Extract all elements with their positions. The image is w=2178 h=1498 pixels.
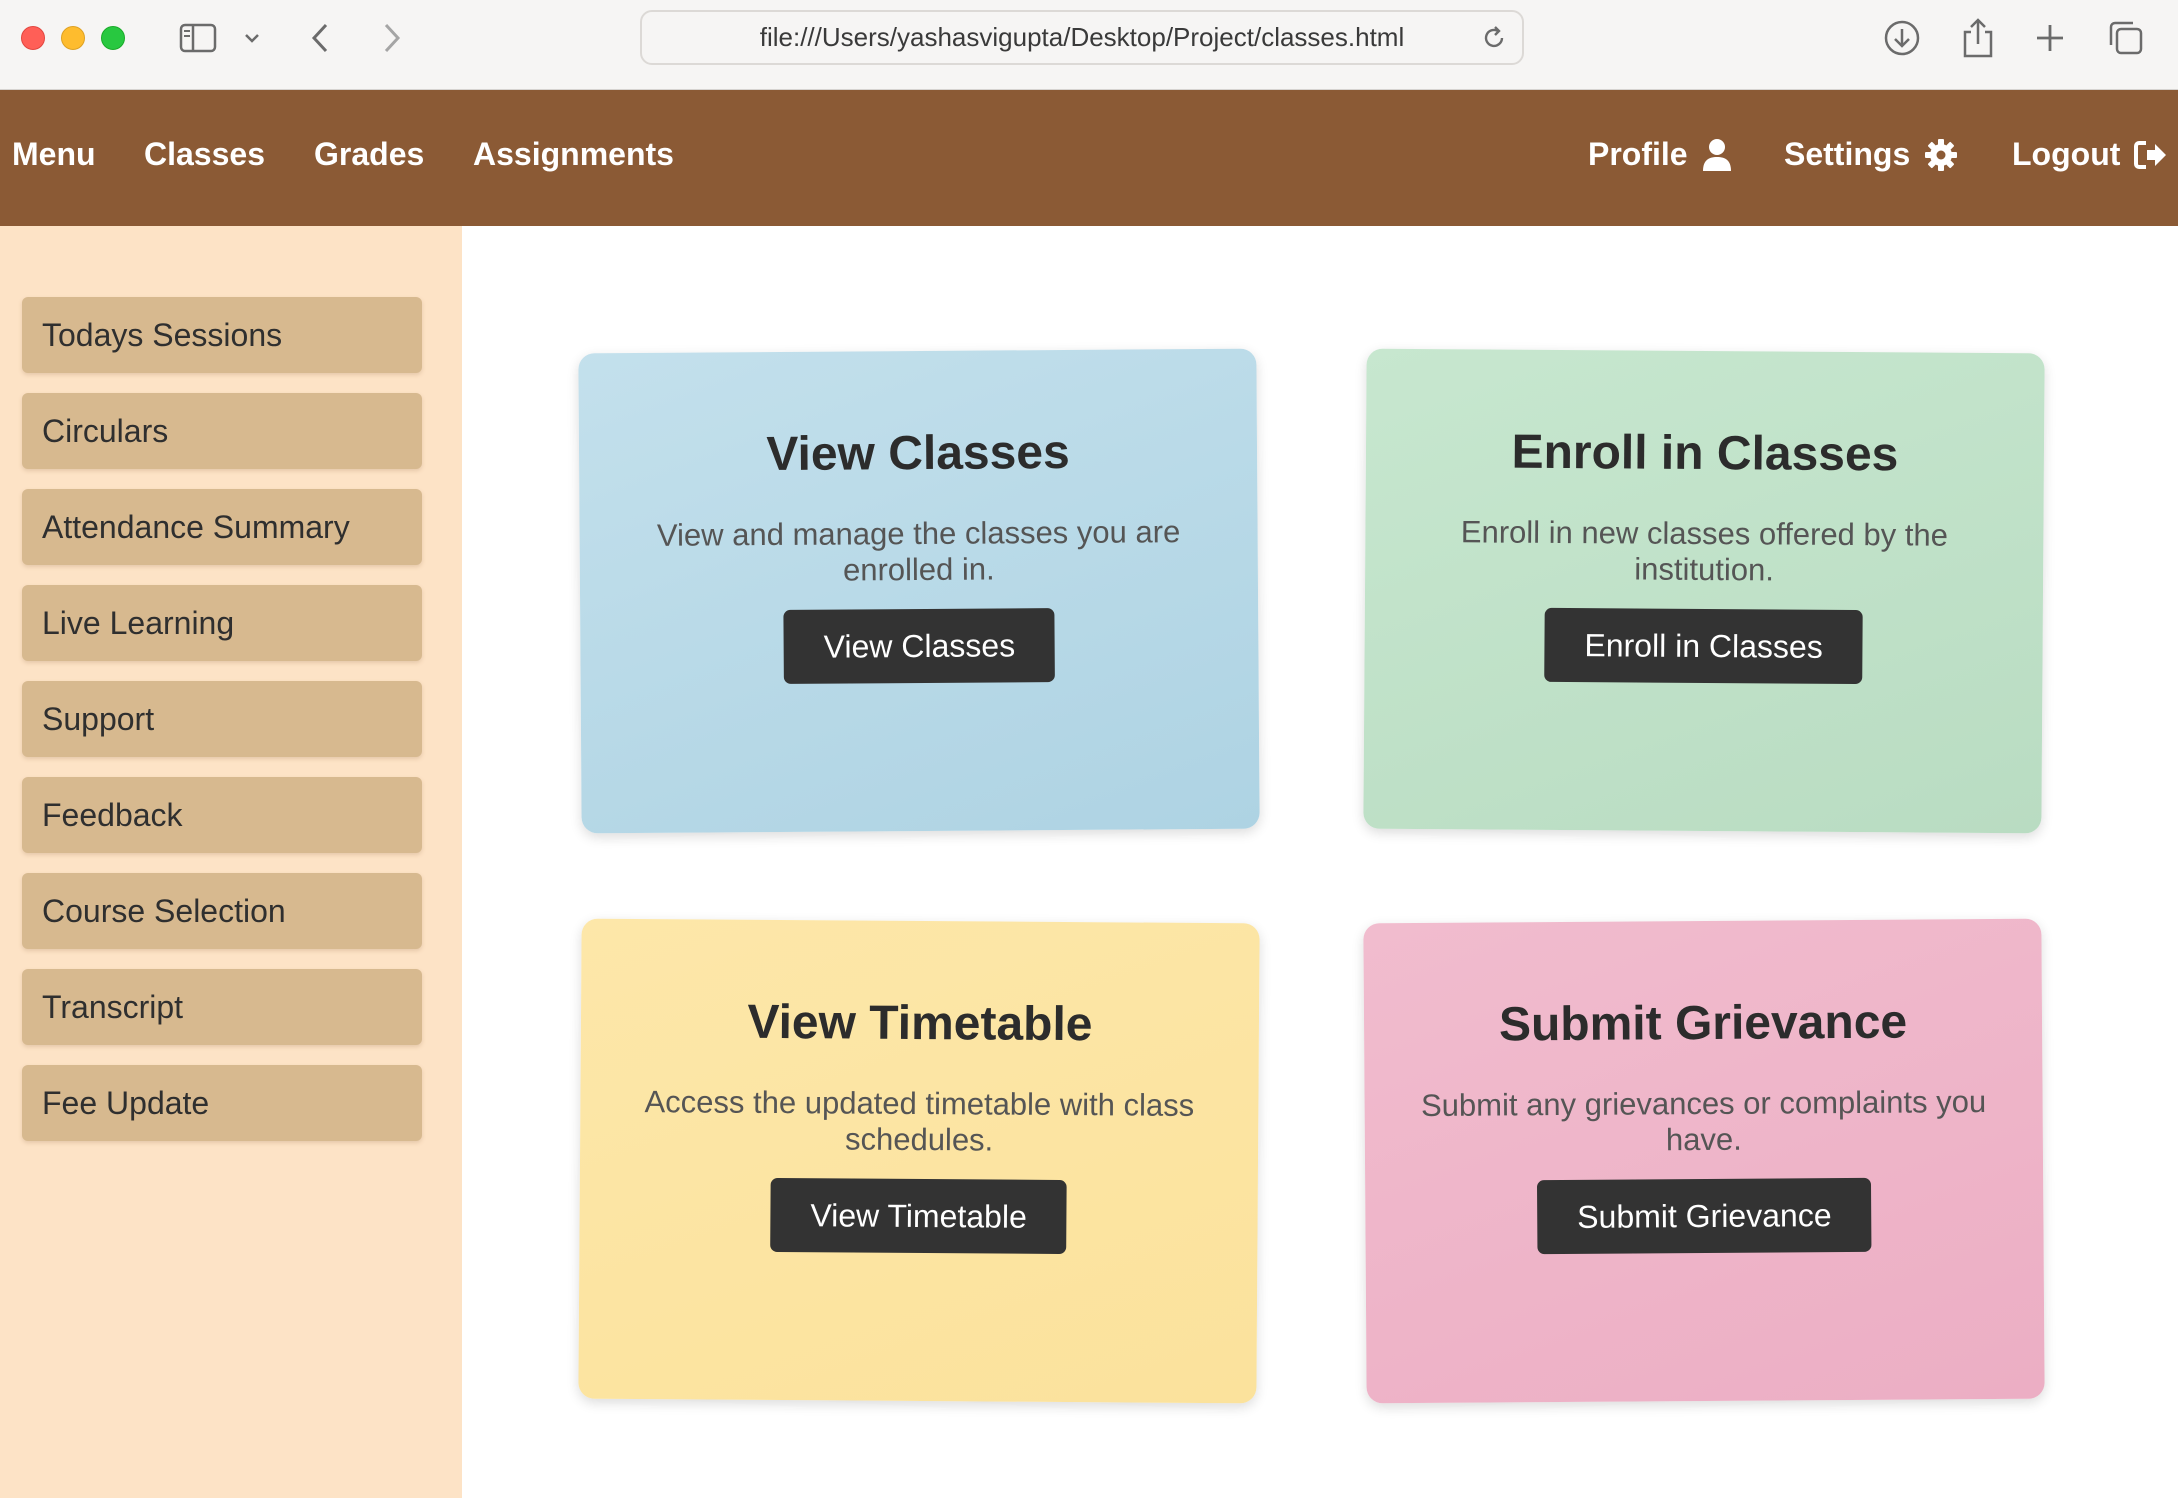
sidebar-toggle-icon[interactable] [176,16,220,60]
back-arrow-icon[interactable] [302,16,338,60]
card-title: Enroll in Classes [1511,425,1899,482]
sidebar-item-course-selection[interactable]: Course Selection [22,873,422,949]
new-tab-icon[interactable] [2028,16,2072,60]
chevron-down-icon[interactable] [238,16,266,60]
download-icon[interactable] [1880,16,1924,60]
share-icon[interactable] [1956,16,2000,60]
sidebar-item-feedback[interactable]: Feedback [22,777,422,853]
minimize-window-button[interactable] [61,26,85,50]
sidebar-item-support[interactable]: Support [22,681,422,757]
card-enroll-in-classes: Enroll in Classes Enroll in new classes … [1363,348,2045,834]
card-title: View Classes [766,425,1070,482]
sidebar-item-transcript[interactable]: Transcript [22,969,422,1045]
sidebar: Todays Sessions Circulars Attendance Sum… [0,226,462,1498]
card-description: Submit any grievances or complaints you … [1420,1084,1987,1158]
close-window-button[interactable] [21,26,45,50]
nav-menu[interactable]: Menu [12,136,96,173]
sidebar-item-todays-sessions[interactable]: Todays Sessions [22,297,422,373]
card-title: Submit Grievance [1498,995,1908,1052]
reload-icon[interactable] [1480,24,1508,57]
sidebar-item-fee-update[interactable]: Fee Update [22,1065,422,1141]
enroll-in-classes-button[interactable]: Enroll in Classes [1544,607,1864,685]
nav-assignments[interactable]: Assignments [473,136,674,173]
nav-settings[interactable]: Settings [1784,136,1958,173]
nav-grades[interactable]: Grades [314,136,424,173]
zoom-window-button[interactable] [101,26,125,50]
nav-profile-label: Profile [1588,136,1688,172]
sidebar-item-circulars[interactable]: Circulars [22,393,422,469]
address-bar[interactable]: file:///Users/yashasvigupta/Desktop/Proj… [640,10,1524,65]
card-description: Access the updated timetable with class … [644,1084,1195,1158]
view-timetable-button[interactable]: View Timetable [770,1177,1068,1255]
gear-icon [1924,138,1958,172]
view-classes-button[interactable]: View Classes [783,608,1056,684]
nav-logout[interactable]: Logout [2012,136,2168,173]
card-description: Enroll in new classes offered by the ins… [1460,514,1949,588]
nav-profile[interactable]: Profile [1588,136,1732,173]
top-navbar: Menu Classes Grades Assignments Profile … [0,90,2178,226]
url-text: file:///Users/yashasvigupta/Desktop/Proj… [759,22,1405,52]
card-description: View and manage the classes you are enro… [656,514,1181,588]
sidebar-item-live-learning[interactable]: Live Learning [22,585,422,661]
submit-grievance-button[interactable]: Submit Grievance [1536,1177,1872,1255]
sidebar-item-attendance-summary[interactable]: Attendance Summary [22,489,422,565]
user-icon [1702,138,1732,172]
card-submit-grievance: Submit Grievance Submit any grievances o… [1363,918,2045,1404]
nav-settings-label: Settings [1784,136,1911,172]
forward-arrow-icon[interactable] [374,16,410,60]
card-view-timetable: View Timetable Access the updated timeta… [578,918,1260,1404]
card-title: View Timetable [747,995,1093,1052]
nav-classes[interactable]: Classes [144,136,265,173]
logout-icon [2134,140,2168,170]
card-view-classes: View Classes View and manage the classes… [578,348,1260,834]
tab-overview-icon[interactable] [2104,16,2148,60]
browser-toolbar: file:///Users/yashasvigupta/Desktop/Proj… [0,0,2178,90]
nav-logout-label: Logout [2012,136,2121,172]
